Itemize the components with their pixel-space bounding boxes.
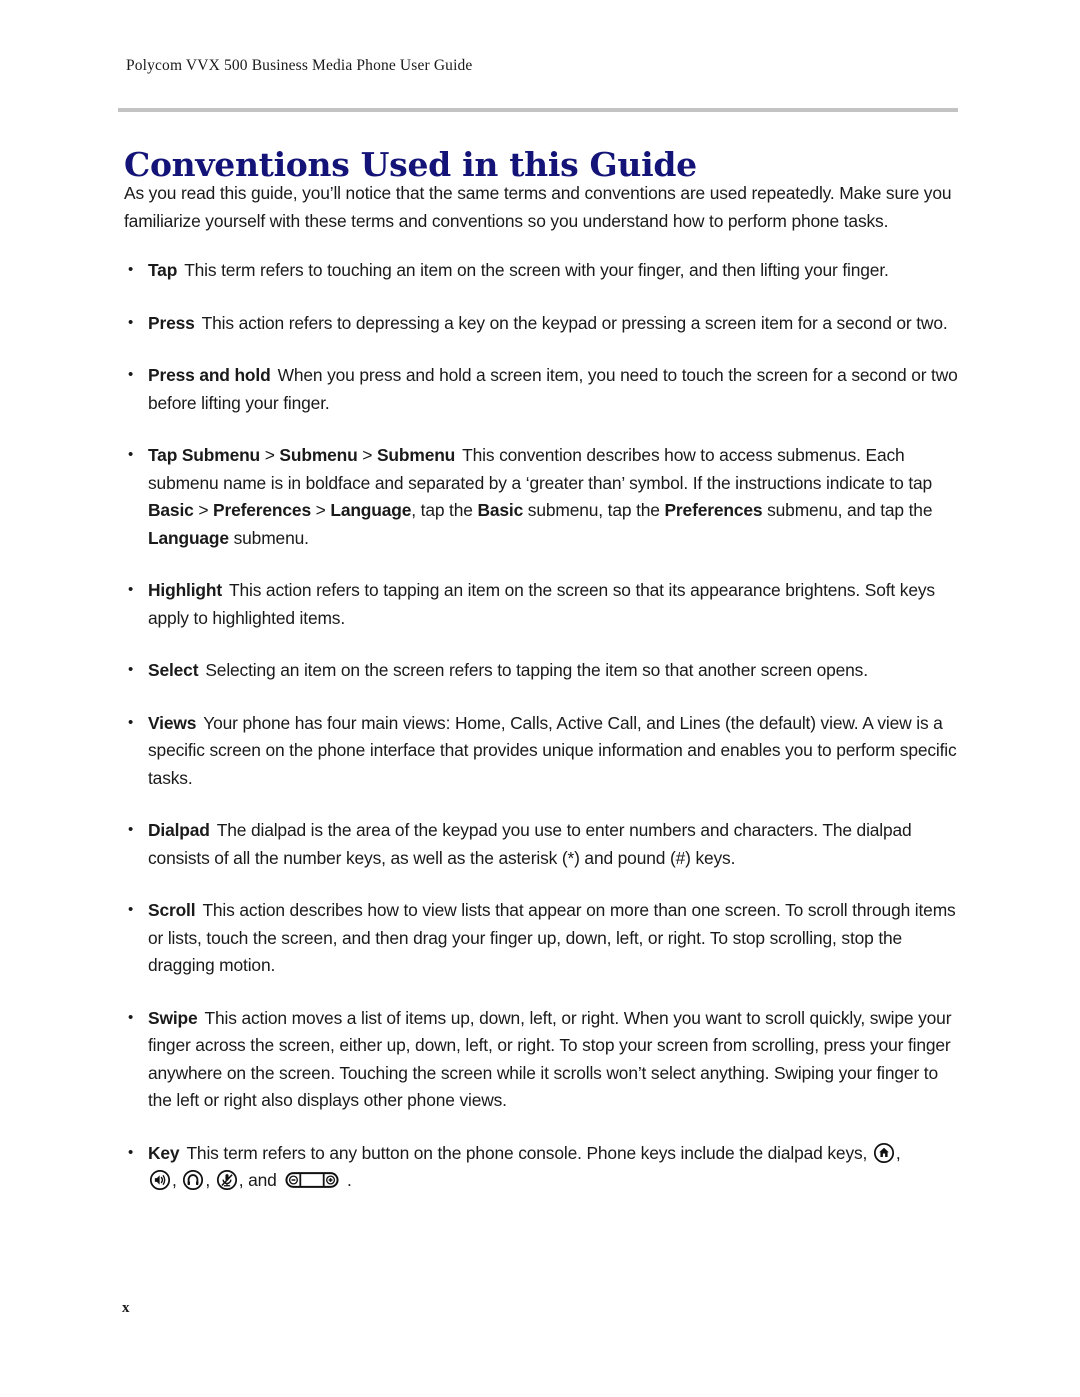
term-description: This action describes how to view lists …: [148, 900, 956, 975]
list-item: HighlightThis action refers to tapping a…: [124, 576, 964, 632]
term-description-cont: submenu, and tap the: [762, 500, 933, 520]
list-item: SwipeThis action moves a list of items u…: [124, 1004, 964, 1115]
running-header: Polycom VVX 500 Business Media Phone Use…: [126, 57, 473, 74]
list-item: Tap This term refers to touching an item …: [124, 256, 964, 285]
intro-paragraph-block: As you read this guide, you’ll notice th…: [124, 180, 964, 235]
list-item: ViewsYour phone has four main views: Hom…: [124, 709, 964, 793]
home-key-icon: [873, 1142, 895, 1164]
term-separator: >: [260, 445, 280, 465]
menu-preferences: Preferences: [664, 500, 763, 520]
page-number: x: [122, 1300, 130, 1316]
and-text: , and: [238, 1170, 282, 1190]
menu-separator: >: [193, 500, 214, 520]
term-description: Selecting an item on the screen refers t…: [205, 660, 868, 680]
term-label: Views: [148, 712, 197, 733]
term-description: This action refers to tapping an item on…: [148, 580, 935, 628]
document-page: Polycom VVX 500 Business Media Phone Use…: [0, 0, 1080, 1397]
term-label: Select: [148, 660, 199, 680]
term-label: Swipe: [148, 1007, 198, 1028]
list-item: DialpadThe dialpad is the area of the ke…: [124, 816, 964, 872]
intro-paragraph: As you read this guide, you’ll notice th…: [124, 183, 952, 231]
list-item: Press and holdWhen you press and hold a …: [124, 361, 964, 417]
term-description: Your phone has four main views: Home, Ca…: [148, 712, 957, 788]
list-item: Press This action refers to depressing a …: [124, 309, 964, 338]
term-label: Dialpad: [148, 820, 210, 840]
term-description: This term refers to any button on the ph…: [186, 1142, 872, 1163]
term-label: Tap: [148, 260, 178, 280]
term-description: This action moves a list of items up, do…: [148, 1007, 952, 1111]
menu-language: Language: [148, 527, 229, 548]
menu-basic: Basic: [477, 500, 524, 520]
term-label-part-3: Submenu: [376, 445, 456, 465]
term-label: Press: [148, 312, 195, 333]
list-item-key: Key This term refers to any button on the…: [124, 1139, 964, 1195]
list-item: Tap Submenu > Submenu > SubmenuThis conv…: [124, 441, 964, 552]
term-label-part-2: Submenu: [279, 445, 358, 465]
icon-separator: ,: [172, 1170, 182, 1190]
volume-key-icon: [285, 1169, 339, 1191]
trailing-period: .: [342, 1170, 352, 1190]
icon-separator: ,: [895, 1142, 901, 1163]
term-label: Press and hold: [148, 365, 271, 385]
list-item: ScrollThis action describes how to view …: [124, 896, 964, 980]
term-label: Key: [148, 1142, 180, 1163]
term-description: This action refers to depressing a key o…: [201, 312, 948, 333]
term-description-cont: submenu, tap the: [523, 500, 665, 520]
term-description: The dialpad is the area of the keypad yo…: [148, 820, 912, 868]
header-divider: [118, 108, 958, 112]
menu-language: Language: [330, 500, 412, 520]
menu-separator: >: [310, 500, 331, 520]
mute-key-icon: [216, 1169, 238, 1191]
headset-key-icon: [182, 1169, 204, 1191]
term-description: This term refers to touching an item on …: [184, 260, 889, 280]
term-separator: >: [357, 445, 377, 465]
term-label: Highlight: [148, 580, 222, 600]
term-description-cont: , tap the: [411, 500, 478, 520]
speaker-key-icon: [149, 1169, 171, 1191]
menu-basic: Basic: [148, 500, 194, 520]
page-content: As you read this guide, you’ll notice th…: [124, 180, 964, 1220]
conventions-list: Tap This term refers to touching an item …: [124, 256, 964, 1195]
list-item: Select Selecting an item on the screen re…: [124, 656, 964, 685]
term-label-part-1: Tap Submenu: [148, 445, 261, 465]
term-label: Scroll: [148, 900, 196, 920]
term-description-cont: submenu.: [228, 527, 309, 548]
menu-preferences: Preferences: [213, 500, 311, 520]
icon-separator: ,: [205, 1170, 215, 1190]
